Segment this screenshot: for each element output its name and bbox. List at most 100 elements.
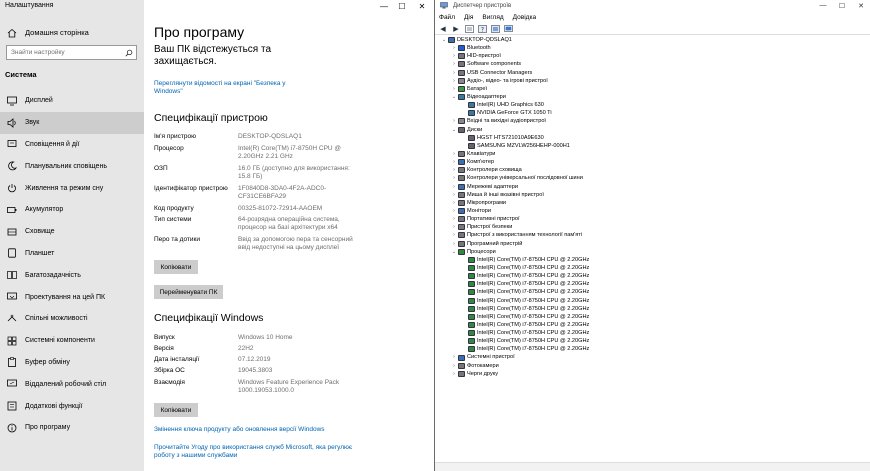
sidebar-item-project[interactable]: Проектування на цей ПК [0,286,144,308]
menu-item[interactable]: Дія [460,14,478,21]
chevron-right-icon[interactable]: › [451,231,457,239]
chevron-down-icon[interactable]: ⌄ [451,93,457,101]
tree-item[interactable]: › Батареї [435,85,870,93]
home-link[interactable]: Домашня сторінка [6,27,142,38]
tree-item[interactable]: › Портативні пристрої [435,215,870,223]
chevron-right-icon[interactable]: › [451,44,457,52]
chevron-right-icon[interactable]: › [451,207,457,215]
chevron-right-icon[interactable]: › [451,117,457,125]
tree-item[interactable]: Intel(R) Core(TM) i7-8750H CPU @ 2.20GHz [435,337,870,345]
sidebar-item-tablet[interactable]: Планшет [0,243,144,265]
tree-item[interactable]: Intel(R) Core(TM) i7-8750H CPU @ 2.20GHz [435,313,870,321]
tree-item[interactable]: › Контролери сховища [435,166,870,174]
security-link[interactable]: Переглянути відомості на екрані "Безпека… [154,80,304,96]
tree-item[interactable]: HGST HTS721010A9E630 [435,134,870,142]
tree-item[interactable]: › Фотокамери [435,362,870,370]
chevron-right-icon[interactable]: › [451,52,457,60]
tree-item[interactable]: › Пристрої з використанням технології пам… [435,231,870,239]
tree-item[interactable]: › USB Connector Managers [435,69,870,77]
back-arrow-icon[interactable]: ◀ [438,24,448,33]
menu-item[interactable]: Файл [435,14,460,21]
tree-item[interactable]: Intel(R) Core(TM) i7-8750H CPU @ 2.20GHz [435,264,870,272]
chevron-right-icon[interactable]: › [451,223,457,231]
services-agreement-link[interactable]: Прочитайте Угоду про використання служб … [154,444,364,460]
chevron-right-icon[interactable]: › [451,183,457,191]
sidebar-item-remote[interactable]: Віддалений робочий стіл [0,373,144,395]
tree-item[interactable]: Intel(R) Core(TM) i7-8750H CPU @ 2.20GHz [435,256,870,264]
copy-device-button[interactable]: Копіювати [154,260,198,274]
tree-item[interactable]: › HID-пристрої [435,52,870,60]
tree-item[interactable]: › Мережеві адаптери [435,183,870,191]
tree-item[interactable]: › Програмний пристрій [435,240,870,248]
chevron-right-icon[interactable]: › [451,240,457,248]
chevron-down-icon[interactable]: ⌄ [451,248,457,256]
chevron-right-icon[interactable]: › [451,60,457,68]
tree-item[interactable]: › Черги друку [435,370,870,378]
tree-item[interactable]: › Bluetooth [435,44,870,52]
chevron-right-icon[interactable]: › [451,362,457,370]
chevron-right-icon[interactable]: › [451,85,457,93]
chevron-right-icon[interactable]: › [451,158,457,166]
sidebar-item-moon[interactable]: Планувальник сповіщень [0,155,144,177]
tree-item[interactable]: Intel(R) Core(TM) i7-8750H CPU @ 2.20GHz [435,272,870,280]
help-book-icon[interactable] [490,24,500,33]
copy-windows-button[interactable]: Копіювати [154,403,198,417]
tree-item[interactable]: › Клавіатури [435,150,870,158]
sidebar-item-info[interactable]: Про програму [0,417,144,439]
sidebar-item-components[interactable]: Системні компоненти [0,330,144,352]
tree-item[interactable]: › Аудіо-, відео- та ігрові пристрої [435,77,870,85]
sidebar-item-shared[interactable]: Спільні можливості [0,308,144,330]
tree-item[interactable]: NVIDIA GeForce GTX 1050 Ti [435,109,870,117]
tree-item[interactable]: Intel(R) Core(TM) i7-8750H CPU @ 2.20GHz [435,329,870,337]
close-icon[interactable]: ✕ [410,0,434,12]
tree-item[interactable]: › Монітори [435,207,870,215]
sidebar-item-features[interactable]: Додаткові функції [0,395,144,417]
chevron-right-icon[interactable]: › [451,199,457,207]
tree-item[interactable]: Intel(R) Core(TM) i7-8750H CPU @ 2.20GHz [435,345,870,353]
tree-item[interactable]: ⌄ Процесори [435,248,870,256]
sidebar-item-multitask[interactable]: Багатозадачність [0,264,144,286]
chevron-right-icon[interactable]: › [451,69,457,77]
chevron-down-icon[interactable]: ⌄ [451,126,457,134]
tree-item[interactable]: › Контролери універсальної послідовної ши… [435,174,870,182]
tree-item[interactable]: ⌄ Диски [435,126,870,134]
chevron-down-icon[interactable]: ⌄ [441,36,447,44]
dm-close-icon[interactable]: ✕ [851,0,870,11]
forward-arrow-icon[interactable]: ▶ [451,24,461,33]
tree-item[interactable]: Intel(R) Core(TM) i7-8750H CPU @ 2.20GHz [435,305,870,313]
chevron-right-icon[interactable]: › [451,215,457,223]
tree-item[interactable]: › Комп'ютер [435,158,870,166]
chevron-right-icon[interactable]: › [451,191,457,199]
tree-item[interactable]: › Вхідні та вихідні аудіопристрої [435,117,870,125]
tree-item[interactable]: Intel(R) Core(TM) i7-8750H CPU @ 2.20GHz [435,280,870,288]
chevron-right-icon[interactable]: › [451,77,457,85]
tree-item[interactable]: › Системні пристрої [435,353,870,361]
sidebar-item-speaker[interactable]: Звук [0,111,144,134]
tree-item[interactable]: Intel(R) Core(TM) i7-8750H CPU @ 2.20GHz [435,288,870,296]
tree-item[interactable]: › Пристрої безпеки [435,223,870,231]
scan-hardware-icon[interactable] [503,24,513,33]
tree-item[interactable]: SAMSUNG MZVLW256HEHP-000H1 [435,142,870,150]
sidebar-item-clipboard[interactable]: Буфер обміну [0,352,144,374]
tree-root[interactable]: ⌄ DESKTOP-QDSLAQ1 [435,36,870,44]
sidebar-item-storage[interactable]: Сховище [0,221,144,243]
dm-minimize-icon[interactable]: — [813,0,833,11]
tree-item[interactable]: Intel(R) UHD Graphics 630 [435,101,870,109]
chevron-right-icon[interactable]: › [451,166,457,174]
dm-maximize-icon[interactable]: ☐ [832,0,852,11]
properties-icon[interactable]: ? [477,24,487,33]
tree-item[interactable]: › Миша й інші вказівні пристрої [435,191,870,199]
chevron-right-icon[interactable]: › [451,370,457,378]
sidebar-item-display[interactable]: Дисплей [0,90,144,112]
settings-search-input[interactable]: Знайти настройку [6,45,137,60]
tree-item[interactable]: ⌄ Відеоадаптери [435,93,870,101]
tree-item[interactable]: › Software components [435,60,870,68]
rename-pc-button[interactable]: Перейменувати ПК [154,285,223,299]
view-list-icon[interactable] [464,24,474,33]
tree-item[interactable]: › Мікропрограми [435,199,870,207]
tree-item[interactable]: Intel(R) Core(TM) i7-8750H CPU @ 2.20GHz [435,321,870,329]
chevron-right-icon[interactable]: › [451,150,457,158]
menu-item[interactable]: Вигляд [478,14,508,21]
product-key-link[interactable]: Змінення ключа продукту або оновлення ве… [154,426,424,434]
chevron-right-icon[interactable]: › [451,174,457,182]
